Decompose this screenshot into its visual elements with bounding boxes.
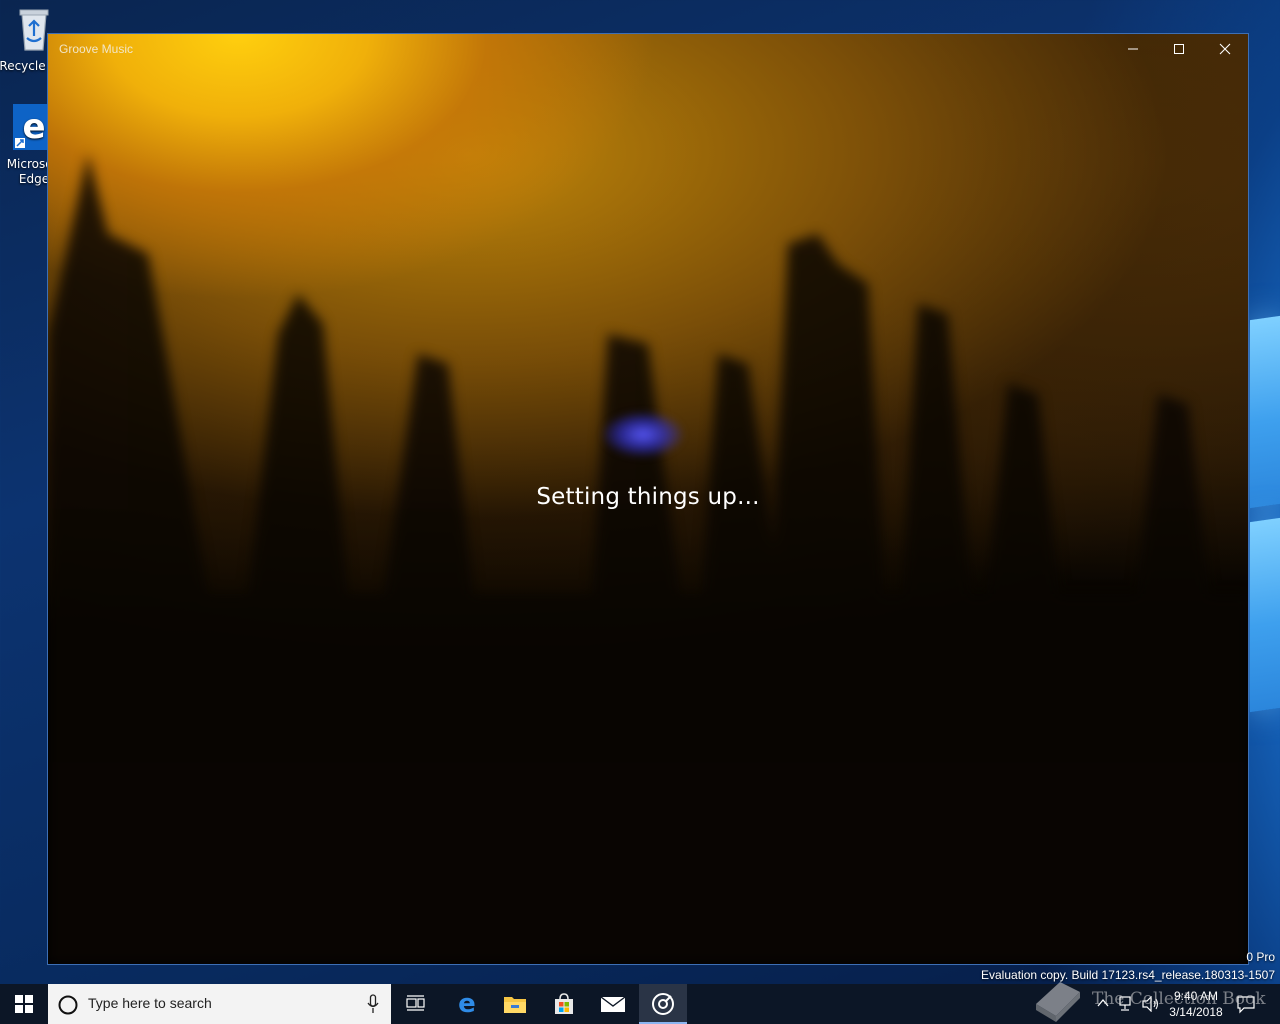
taskbar-task-view[interactable] — [392, 984, 440, 1024]
window-title: Groove Music — [59, 42, 134, 56]
maximize-icon — [1174, 44, 1184, 54]
start-button[interactable] — [0, 984, 48, 1024]
watermark-edition: 0 Pro — [1246, 950, 1275, 964]
loading-status-text: Setting things up... — [536, 484, 760, 510]
wallpaper-logo-pane — [1250, 315, 1280, 509]
store-icon — [555, 993, 573, 1014]
folder-icon — [504, 997, 526, 1013]
task-view-icon — [406, 995, 425, 1011]
book-icon — [1036, 982, 1080, 1022]
svg-text:e: e — [458, 992, 476, 1016]
collection-book-logo: The Collection Book — [1030, 974, 1280, 1024]
stage-light-glow — [603, 412, 683, 457]
wallpaper-logo-pane — [1250, 517, 1280, 713]
mail-icon — [600, 996, 626, 1012]
windows-logo-icon — [15, 995, 33, 1013]
search-placeholder: Type here to search — [88, 995, 212, 1011]
maximize-button[interactable] — [1156, 34, 1202, 64]
groove-music-icon — [652, 993, 674, 1015]
cortana-circle-icon — [58, 995, 78, 1015]
taskbar-search-box[interactable]: Type here to search — [48, 984, 391, 1024]
groove-music-window[interactable]: Groove Music Setting things up... — [47, 33, 1249, 965]
collection-book-text: The Collection Book — [1092, 989, 1266, 1009]
taskbar-file-explorer[interactable] — [491, 984, 539, 1024]
close-button[interactable] — [1202, 34, 1248, 64]
close-icon — [1219, 43, 1231, 55]
taskbar-store[interactable] — [540, 984, 588, 1024]
edge-icon: e — [458, 992, 476, 1016]
minimize-button[interactable] — [1110, 34, 1156, 64]
taskbar-edge[interactable]: e — [443, 984, 491, 1024]
taskbar-mail[interactable] — [589, 984, 637, 1024]
microphone-icon[interactable] — [367, 994, 379, 1014]
svg-text:e: e — [22, 107, 45, 147]
title-bar[interactable]: Groove Music — [48, 34, 1248, 64]
taskbar-groove-music[interactable] — [639, 984, 687, 1024]
minimize-icon — [1128, 48, 1138, 50]
